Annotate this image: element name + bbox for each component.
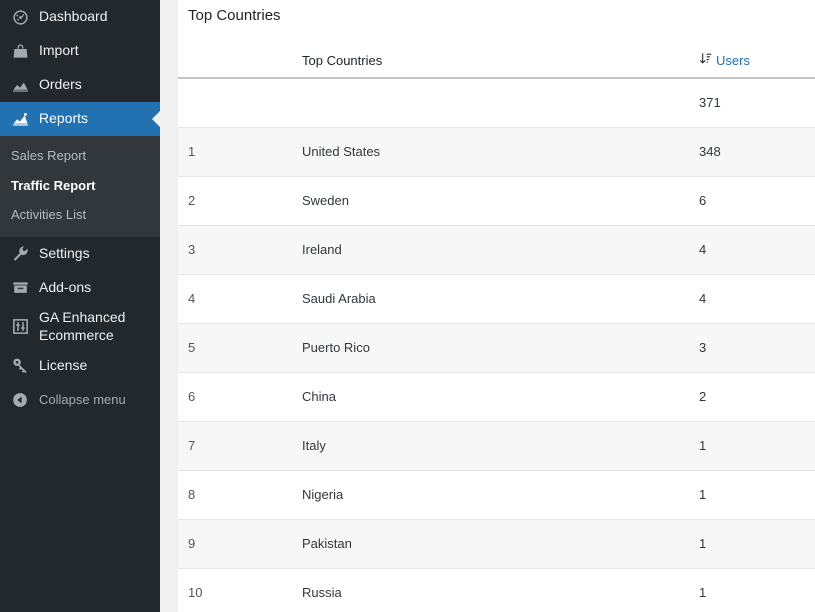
table-row[interactable]: 5 Puerto Rico 3 xyxy=(178,323,815,373)
table-row[interactable]: 2 Sweden 6 xyxy=(178,176,815,226)
cell-name: Italy xyxy=(240,421,690,471)
cell-rank: 8 xyxy=(178,470,240,520)
cell-name: Sweden xyxy=(240,176,690,226)
cell-rank: 4 xyxy=(178,274,240,324)
cell-users: 4 xyxy=(690,225,815,275)
cell-users: 348 xyxy=(690,127,815,177)
cell-rank: 9 xyxy=(178,519,240,569)
total-name-cell xyxy=(240,78,690,128)
sidebar-item-settings[interactable]: Settings xyxy=(0,237,160,271)
top-countries-table: Top Countries Users 371 1 United States … xyxy=(178,46,815,612)
sidebar-item-import[interactable]: Import xyxy=(0,34,160,68)
column-header-users[interactable]: Users xyxy=(690,46,815,79)
main-content: Top Countries Top Countries Users 371 1 … xyxy=(160,0,815,612)
sidebar-item-label: Add-ons xyxy=(39,278,92,295)
table-row[interactable]: 6 China 2 xyxy=(178,372,815,422)
table-row[interactable]: 4 Saudi Arabia 4 xyxy=(178,274,815,324)
sliders-box-icon xyxy=(10,317,30,337)
table-body: 371 1 United States 348 2 Sweden 6 3 Ireland 4 4 S… xyxy=(178,78,815,612)
table-total-row: 371 xyxy=(178,78,815,128)
sidebar-item-label: Import xyxy=(39,42,79,59)
app-root: Dashboard Import Orders Reports Sales Re… xyxy=(0,0,815,612)
cell-users: 2 xyxy=(690,372,815,422)
current-menu-notch xyxy=(152,110,161,128)
table-row[interactable]: 9 Pakistan 1 xyxy=(178,519,815,569)
column-header-users-label: Users xyxy=(716,52,750,68)
sidebar-item-label: Orders xyxy=(39,76,82,93)
reports-submenu: Sales Report Traffic Report Activities L… xyxy=(0,136,160,237)
table-row[interactable]: 8 Nigeria 1 xyxy=(178,470,815,520)
cell-name: Saudi Arabia xyxy=(240,274,690,324)
cell-name: Pakistan xyxy=(240,519,690,569)
column-header-rank xyxy=(178,46,240,79)
sidebar-item-dashboard[interactable]: Dashboard xyxy=(0,0,160,34)
table-header-row: Top Countries Users xyxy=(178,46,815,79)
cell-rank: 7 xyxy=(178,421,240,471)
box-icon xyxy=(10,278,30,298)
table-row[interactable]: 7 Italy 1 xyxy=(178,421,815,471)
collapse-arrow-icon xyxy=(10,390,30,410)
sidebar-item-sales-report[interactable]: Sales Report xyxy=(0,141,160,171)
dashboard-icon xyxy=(10,7,30,27)
sidebar-item-label: Settings xyxy=(39,244,90,261)
cell-users: 1 xyxy=(690,519,815,569)
cell-rank: 5 xyxy=(178,323,240,373)
cell-name: United States xyxy=(240,127,690,177)
report-panel: Top Countries Top Countries Users 371 1 … xyxy=(178,0,815,612)
cell-rank: 6 xyxy=(178,372,240,422)
page-title: Top Countries xyxy=(188,7,281,24)
import-bag-icon xyxy=(10,41,30,61)
cell-users: 1 xyxy=(690,470,815,520)
cell-users: 3 xyxy=(690,323,815,373)
sidebar-item-license[interactable]: License xyxy=(0,349,160,383)
cell-name: Puerto Rico xyxy=(240,323,690,373)
sidebar-item-label: GA Enhanced Ecommerce xyxy=(39,309,126,343)
table-row[interactable]: 10 Russia 1 xyxy=(178,568,815,612)
cell-users: 1 xyxy=(690,421,815,471)
sidebar-item-label: License xyxy=(39,356,88,373)
cell-users: 4 xyxy=(690,274,815,324)
sidebar-item-label: Dashboard xyxy=(39,8,108,25)
cell-name: Nigeria xyxy=(240,470,690,520)
table-head: Top Countries Users xyxy=(178,46,815,79)
sidebar-item-activities-list[interactable]: Activities List xyxy=(0,200,160,230)
cell-users: 6 xyxy=(690,176,815,226)
sidebar-item-add-ons[interactable]: Add-ons xyxy=(0,271,160,305)
sidebar-item-label: Reports xyxy=(39,110,89,127)
collapse-menu-button[interactable]: Collapse menu xyxy=(0,383,160,417)
orders-chart-icon xyxy=(10,75,30,95)
sidebar-item-reports[interactable]: Reports xyxy=(0,102,161,136)
cell-name: China xyxy=(240,372,690,422)
cell-rank: 3 xyxy=(178,225,240,275)
column-header-country[interactable]: Top Countries xyxy=(240,46,690,79)
cell-rank: 10 xyxy=(178,568,240,612)
total-rank-cell xyxy=(178,78,240,128)
admin-sidebar: Dashboard Import Orders Reports Sales Re… xyxy=(0,0,161,612)
sidebar-item-orders[interactable]: Orders xyxy=(0,68,160,102)
reports-chart-icon xyxy=(10,109,30,129)
cell-name: Russia xyxy=(240,568,690,612)
table-row[interactable]: 3 Ireland 4 xyxy=(178,225,815,275)
key-icon xyxy=(10,356,30,376)
sort-descending-icon[interactable] xyxy=(699,52,712,68)
collapse-menu-label: Collapse menu xyxy=(39,391,126,407)
sidebar-item-traffic-report[interactable]: Traffic Report xyxy=(0,171,160,201)
cell-rank: 1 xyxy=(178,127,240,177)
table-row[interactable]: 1 United States 348 xyxy=(178,127,815,177)
wrench-icon xyxy=(10,244,30,264)
cell-users: 1 xyxy=(690,568,815,612)
total-users-cell: 371 xyxy=(690,78,815,128)
cell-rank: 2 xyxy=(178,176,240,226)
cell-name: Ireland xyxy=(240,225,690,275)
sidebar-item-ga-enhanced-ecommerce[interactable]: GA Enhanced Ecommerce xyxy=(0,305,160,349)
